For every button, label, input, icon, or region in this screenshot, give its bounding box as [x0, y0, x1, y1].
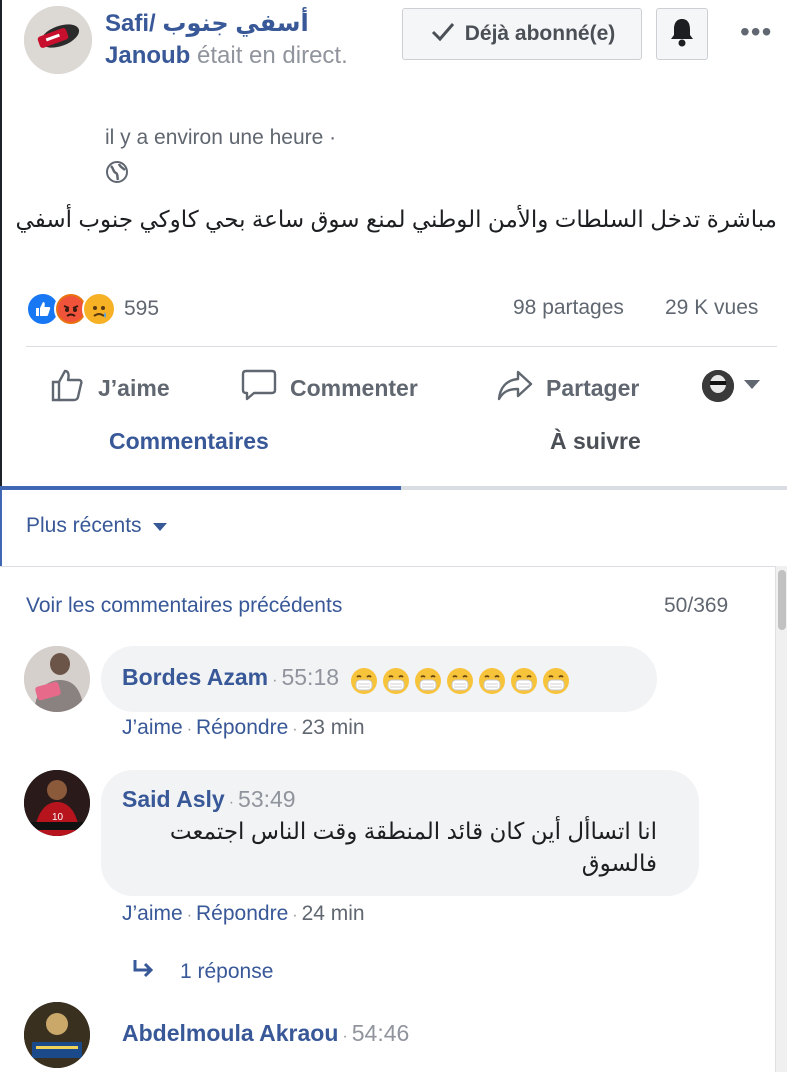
comment-video-time[interactable]: 53:49: [238, 786, 296, 812]
comment-video-time[interactable]: 55:18: [281, 664, 339, 690]
shares-count[interactable]: 98 partages: [513, 296, 624, 320]
comment-like-link[interactable]: J’aime: [122, 716, 183, 739]
comments-count: 50/369: [664, 594, 729, 617]
live-status-text: était en direct.: [197, 42, 348, 69]
like-button[interactable]: J’aime: [50, 364, 170, 412]
comment-bubble: Bordes Azam · 55:18: [101, 646, 657, 712]
thumbs-up-icon: [50, 367, 86, 409]
tab-underline-active: [0, 486, 401, 490]
scrollbar-thumb[interactable]: [778, 570, 786, 630]
comment-author[interactable]: Said Asly: [122, 786, 225, 812]
comment-label: Commenter: [290, 374, 418, 401]
bell-icon: [669, 17, 695, 52]
reaction-count: 595: [124, 297, 160, 320]
sort-label: Plus récents: [26, 514, 142, 537]
comment-author[interactable]: Abdelmoula Akraou: [122, 1020, 338, 1046]
face-with-mask-icon: [351, 667, 378, 694]
share-button[interactable]: Partager: [496, 364, 639, 412]
user-avatar: [702, 370, 734, 402]
face-with-mask-icon: [447, 667, 474, 694]
face-with-mask-icon: [479, 667, 506, 694]
subscribed-button[interactable]: Déjà abonné(e): [402, 8, 642, 60]
replies-count: 1 réponse: [180, 959, 274, 983]
comment-video-time[interactable]: 54:46: [352, 1020, 410, 1046]
comment-meta: J’aime · Répondre · 24 min: [122, 902, 365, 926]
face-with-mask-icon: [543, 667, 570, 694]
share-as-selector[interactable]: [702, 370, 762, 402]
separator-dot: ·: [292, 721, 298, 738]
comment-reply-link[interactable]: Répondre: [196, 902, 288, 925]
globe-icon: [105, 160, 129, 184]
separator-dot: ·: [292, 907, 298, 924]
comment-bubble: Said Asly · 53:49 انا اتساأل أين كان قائد …: [101, 770, 699, 896]
tab-comments[interactable]: Commentaires: [109, 428, 269, 455]
comment-author[interactable]: Bordes Azam: [122, 664, 268, 690]
face-with-mask-icon: [383, 667, 410, 694]
comment-reply-link[interactable]: Répondre: [196, 716, 288, 739]
divider: [0, 566, 787, 567]
share-arrow-icon: [496, 367, 534, 409]
reply-arrow-icon: [132, 958, 158, 985]
comment-age[interactable]: 24 min: [302, 902, 365, 925]
view-replies-link[interactable]: 1 réponse: [132, 958, 273, 985]
post-header-title: Safi/ أسفي جنوب Janoub était en direct.: [105, 8, 355, 72]
comment-like-link[interactable]: J’aime: [122, 902, 183, 925]
comment-header: Abdelmoula Akraou · 54:46: [122, 1020, 409, 1047]
face-with-mask-icon: [415, 667, 442, 694]
post-left-border: [0, 0, 2, 490]
more-options-icon[interactable]: •••: [740, 16, 772, 48]
page-avatar[interactable]: [24, 6, 92, 74]
emoji-reaction-row: [349, 666, 571, 696]
view-previous-comments-link[interactable]: Voir les commentaires précédents: [26, 594, 342, 618]
notifications-button[interactable]: [656, 8, 708, 60]
subscribed-label: Déjà abonné(e): [464, 22, 616, 45]
like-label: J’aime: [98, 374, 170, 401]
sort-accent-bar: [0, 490, 2, 566]
post-timestamp[interactable]: il y a environ une heure ·: [105, 126, 336, 150]
divider: [26, 346, 777, 347]
checkmark-icon: [429, 17, 457, 51]
sort-dropdown[interactable]: Plus récents: [26, 514, 168, 538]
tab-follow[interactable]: À suivre: [550, 428, 641, 455]
separator-dot: ·: [186, 907, 193, 924]
comment-meta: J’aime · Répondre · 23 min: [122, 716, 365, 740]
sad-icon: [82, 292, 116, 326]
svg-text:10: 10: [52, 812, 64, 823]
commenter-avatar[interactable]: [24, 646, 90, 712]
views-count: 29 K vues: [665, 296, 759, 319]
comment-icon: [240, 367, 278, 409]
post-message: مباشرة تدخل السلطات والأمن الوطني لمنع س…: [15, 206, 777, 232]
commenter-avatar[interactable]: 10: [24, 770, 90, 836]
separator-dot: ·: [228, 794, 235, 811]
scrollbar[interactable]: [775, 566, 787, 1072]
comment-age[interactable]: 23 min: [302, 716, 365, 739]
comment-text: انا اتساأل أين كان قائد المنطقة وقت النا…: [169, 818, 657, 876]
caret-down-icon: [152, 514, 168, 538]
separator-dot: ·: [272, 672, 278, 689]
caret-down-icon: [742, 377, 762, 396]
share-label: Partager: [546, 374, 640, 401]
comment-button[interactable]: Commenter: [240, 364, 418, 412]
commenter-avatar[interactable]: [24, 1002, 90, 1068]
separator-dot: ·: [342, 1028, 348, 1045]
face-with-mask-icon: [511, 667, 538, 694]
reactions-summary[interactable]: 595: [26, 292, 159, 326]
separator-dot: ·: [186, 721, 193, 738]
